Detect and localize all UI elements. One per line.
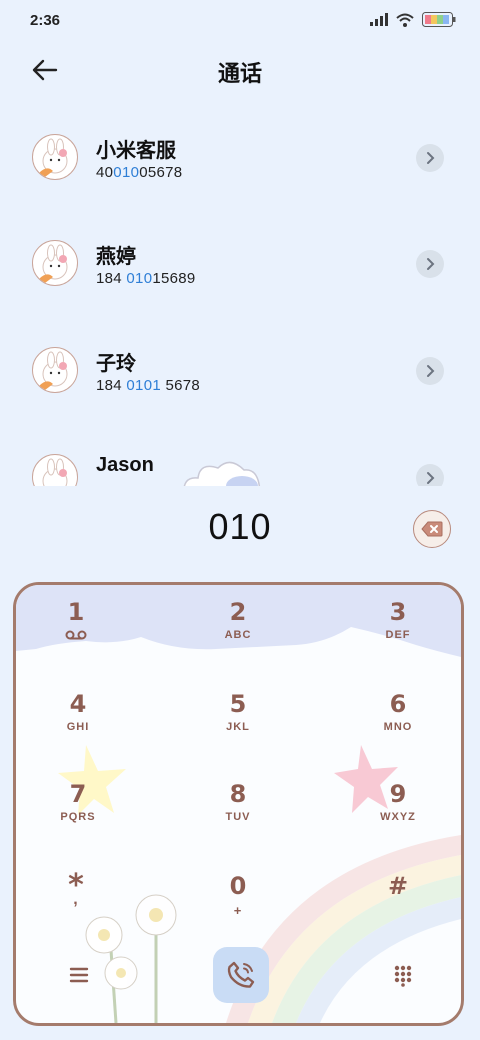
call-button[interactable] bbox=[213, 947, 269, 1003]
key-6[interactable]: 6 MNO bbox=[338, 689, 458, 761]
key-letters: ABC bbox=[224, 629, 252, 641]
wifi-icon bbox=[396, 13, 414, 27]
contact-number: 184 01015689 bbox=[96, 270, 196, 287]
contact-number: 184 0101 5678 bbox=[96, 377, 200, 394]
menu-icon bbox=[69, 967, 89, 983]
key-letters: + bbox=[233, 903, 243, 918]
key-2[interactable]: 2 ABC bbox=[178, 597, 298, 669]
contact-name: Jason bbox=[96, 454, 154, 476]
cloud-decoration-icon bbox=[183, 461, 261, 486]
key-4[interactable]: 4 GHI bbox=[18, 689, 138, 761]
number-part: 5678 bbox=[160, 377, 201, 394]
chevron-right-icon bbox=[427, 365, 435, 377]
key-3[interactable]: 3 DEF bbox=[338, 597, 458, 669]
menu-button[interactable] bbox=[66, 963, 92, 987]
backspace-icon bbox=[421, 521, 443, 537]
key-1[interactable]: 1 bbox=[16, 597, 136, 669]
key-star[interactable]: * , bbox=[16, 871, 136, 943]
avatar bbox=[32, 347, 78, 393]
contact-name: 小米客服 bbox=[96, 140, 176, 162]
key-letters: PQRS bbox=[60, 811, 96, 823]
key-letters: DEF bbox=[385, 629, 411, 641]
signal-icon bbox=[370, 13, 388, 26]
number-match: 0101 bbox=[126, 377, 161, 394]
key-digit: 5 bbox=[229, 690, 247, 718]
avatar bbox=[32, 240, 78, 286]
key-digit: # bbox=[387, 872, 409, 900]
status-icons bbox=[370, 12, 456, 27]
key-digit: 0 bbox=[229, 872, 247, 900]
avatar bbox=[32, 454, 78, 486]
key-letters: GHI bbox=[66, 721, 90, 733]
contact-detail-button[interactable] bbox=[416, 144, 444, 172]
key-0[interactable]: 0 + bbox=[178, 871, 298, 943]
key-digit: 6 bbox=[389, 690, 407, 718]
key-digit: 2 bbox=[229, 598, 247, 626]
chevron-right-icon bbox=[427, 258, 435, 270]
dialpad: 1 2 ABC 3 DEF 4 GHI 5 JKL 6 MNO 7 PQRS 8… bbox=[13, 582, 464, 1026]
key-hash[interactable]: # bbox=[338, 871, 458, 943]
voicemail-icon bbox=[65, 630, 87, 640]
contact-row[interactable]: 燕婷 184 01015689 bbox=[0, 216, 480, 306]
dialpad-toggle-button[interactable] bbox=[391, 963, 415, 987]
number-part: 15689 bbox=[152, 270, 196, 287]
key-letters: TUV bbox=[225, 811, 251, 823]
contact-name: 子玲 bbox=[96, 353, 136, 375]
status-bar: 2:36 bbox=[0, 0, 480, 42]
number-match: 010 bbox=[126, 270, 153, 287]
delete-button[interactable] bbox=[413, 510, 451, 548]
number-part: 184 bbox=[96, 377, 127, 394]
number-part: 05678 bbox=[139, 164, 183, 181]
chevron-right-icon bbox=[427, 472, 435, 484]
battery-icon bbox=[422, 12, 456, 27]
number-part: 40 bbox=[96, 164, 114, 181]
key-letters: , bbox=[73, 891, 79, 908]
key-digit: 3 bbox=[389, 598, 407, 626]
avatar bbox=[32, 134, 78, 180]
key-9[interactable]: 9 WXYZ bbox=[338, 779, 458, 851]
contact-number: 4001005678 bbox=[96, 164, 182, 181]
app-header: 通话 bbox=[0, 48, 480, 92]
key-7[interactable]: 7 PQRS bbox=[18, 779, 138, 851]
key-letters: MNO bbox=[383, 721, 413, 733]
key-5[interactable]: 5 JKL bbox=[178, 689, 298, 761]
key-digit: 1 bbox=[67, 598, 85, 626]
contact-row[interactable]: 小米客服 4001005678 bbox=[0, 110, 480, 200]
contact-detail-button[interactable] bbox=[416, 250, 444, 278]
contact-row[interactable]: 子玲 184 0101 5678 bbox=[0, 323, 480, 413]
phone-icon bbox=[227, 961, 255, 988]
key-8[interactable]: 8 TUV bbox=[178, 779, 298, 851]
key-letters: WXYZ bbox=[380, 811, 416, 823]
key-letters: JKL bbox=[226, 721, 250, 733]
contact-name: 燕婷 bbox=[96, 246, 136, 268]
number-match: 010 bbox=[113, 164, 140, 181]
number-part: 184 bbox=[96, 270, 127, 287]
chevron-right-icon bbox=[427, 152, 435, 164]
contact-detail-button[interactable] bbox=[416, 464, 444, 486]
key-digit: 7 bbox=[69, 780, 87, 808]
key-digit: 4 bbox=[69, 690, 87, 718]
contact-list: 小米客服 4001005678 燕婷 184 01015689 子玲 184 0… bbox=[0, 110, 480, 486]
contact-row[interactable]: Jason bbox=[0, 430, 480, 486]
dialpad-icon bbox=[394, 965, 412, 987]
key-digit: 9 bbox=[389, 780, 407, 808]
page-title: 通话 bbox=[217, 61, 262, 86]
dialed-number: 010 bbox=[208, 506, 272, 547]
status-time: 2:36 bbox=[30, 12, 61, 29]
key-digit: 8 bbox=[229, 780, 247, 808]
contact-detail-button[interactable] bbox=[416, 357, 444, 385]
